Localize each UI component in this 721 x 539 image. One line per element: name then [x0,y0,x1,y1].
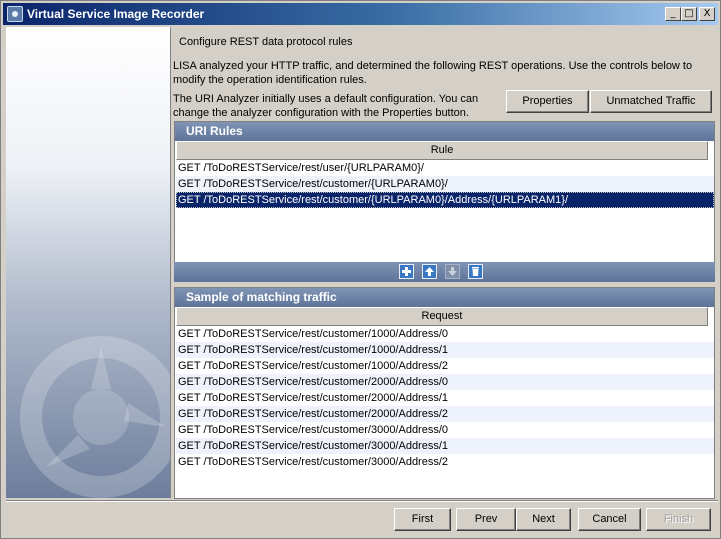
window-title: Virtual Service Image Recorder [27,7,205,21]
wizard-sidebar [6,27,171,498]
wizard-footer: First Prev Next Cancel Finish [6,500,718,537]
close-icon[interactable]: X [699,7,715,21]
sample-traffic-panel: Sample of matching traffic Request GET /… [174,287,715,499]
request-column-header[interactable]: Request [176,307,708,326]
app-icon [7,6,23,22]
properties-button[interactable]: Properties [506,90,589,113]
wizard-content: Configure REST data protocol rules LISA … [172,27,718,499]
finish-button[interactable]: Finish [646,508,711,531]
first-button[interactable]: First [394,508,451,531]
table-row[interactable]: GET /ToDoRESTService/rest/customer/3000/… [176,422,714,438]
rule-column-header[interactable]: Rule [176,141,708,160]
table-row[interactable]: GET /ToDoRESTService/rest/customer/2000/… [176,406,714,422]
recorder-window: Virtual Service Image Recorder _ □ X Con… [0,0,721,539]
next-button[interactable]: Next [516,508,571,531]
table-row[interactable]: GET /ToDoRESTService/rest/customer/3000/… [176,438,714,454]
delete-icon[interactable] [468,264,483,279]
analyzer-note: The URI Analyzer initially uses a defaul… [173,93,479,119]
table-row[interactable]: GET /ToDoRESTService/rest/user/{URLPARAM… [176,160,714,176]
table-row-selected[interactable]: GET /ToDoRESTService/rest/customer/{URLP… [176,192,714,208]
table-row[interactable]: GET /ToDoRESTService/rest/customer/2000/… [176,374,714,390]
minimize-icon[interactable]: _ [665,7,681,21]
table-row[interactable]: GET /ToDoRESTService/rest/customer/3000/… [176,454,714,470]
unmatched-traffic-button[interactable]: Unmatched Traffic [590,90,712,113]
uri-rules-panel: URI Rules Rule GET /ToDoRESTService/rest… [174,121,715,282]
table-row[interactable]: GET /ToDoRESTService/rest/customer/1000/… [176,342,714,358]
intro-text: LISA analyzed your HTTP traffic, and det… [173,60,693,86]
cancel-button[interactable]: Cancel [578,508,641,531]
title-bar[interactable]: Virtual Service Image Recorder _ □ X [3,3,718,25]
table-row[interactable]: GET /ToDoRESTService/rest/customer/2000/… [176,390,714,406]
maximize-icon[interactable]: □ [681,7,697,21]
move-down-icon[interactable] [445,264,460,279]
page-heading: Configure REST data protocol rules [179,36,353,48]
sample-traffic-table: GET /ToDoRESTService/rest/customer/1000/… [176,326,714,470]
uri-rules-toolbar [174,262,715,282]
add-icon[interactable] [399,264,414,279]
table-row[interactable]: GET /ToDoRESTService/rest/customer/{URLP… [176,176,714,192]
prev-button[interactable]: Prev [456,508,516,531]
table-row[interactable]: GET /ToDoRESTService/rest/customer/1000/… [176,358,714,374]
table-row[interactable]: GET /ToDoRESTService/rest/customer/1000/… [176,326,714,342]
move-up-icon[interactable] [422,264,437,279]
uri-rules-table: GET /ToDoRESTService/rest/user/{URLPARAM… [176,160,714,261]
sample-traffic-title: Sample of matching traffic [175,288,714,307]
brand-watermark-icon [20,336,170,498]
uri-rules-title: URI Rules [175,122,714,141]
